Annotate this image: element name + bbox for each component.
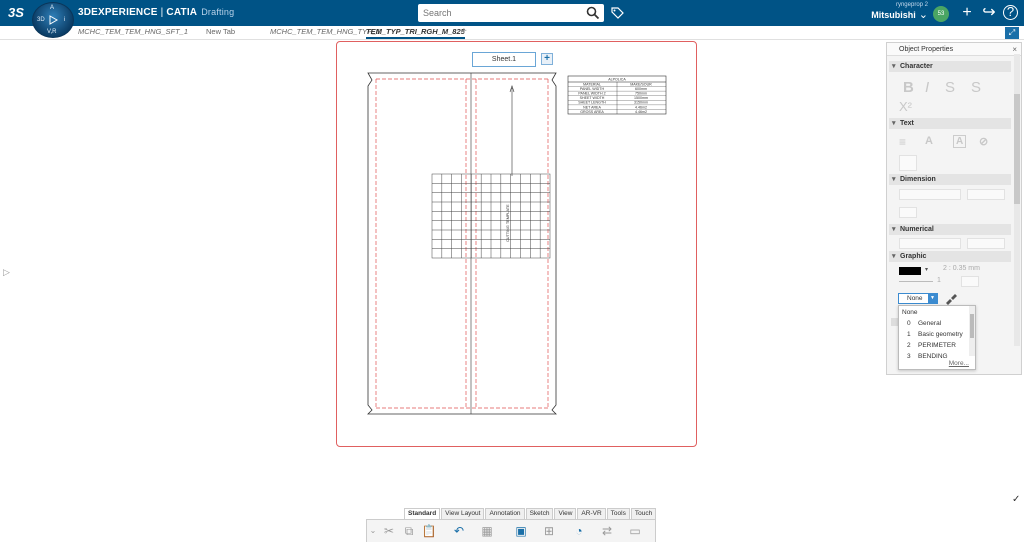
- panel-title: Object Properties ×: [887, 43, 1021, 56]
- expand-icon[interactable]: ⤢: [1005, 27, 1019, 39]
- search-input[interactable]: [418, 4, 578, 22]
- layer-dropdown: None 0 General 1 Basic geometry 2 PERIMETER…: [898, 305, 976, 370]
- app-name: Drafting: [201, 7, 235, 17]
- section-character[interactable]: Character: [889, 61, 1011, 72]
- compass-top: A: [50, 5, 55, 11]
- section-numerical[interactable]: Numerical: [889, 224, 1011, 235]
- tab-new[interactable]: New Tab: [206, 27, 235, 36]
- notification-badge[interactable]: 53: [933, 6, 949, 22]
- share-icon[interactable]: ↪: [980, 4, 998, 22]
- tab-mchc-sft[interactable]: MCHC_TEM_TEM_HNG_SFT_1: [78, 27, 188, 36]
- ribbon-tab-tools[interactable]: Tools: [606, 508, 630, 519]
- paintbrush-icon[interactable]: [944, 293, 958, 305]
- compass-widget[interactable]: A 3D i V,R: [32, 2, 74, 38]
- more-link[interactable]: More...: [949, 360, 969, 367]
- layout-icon[interactable]: ⊞: [541, 524, 557, 538]
- drawing-sheet[interactable]: [336, 41, 697, 447]
- line-thickness[interactable]: 2 : 0.35 mm: [943, 265, 980, 272]
- user-menu[interactable]: ryngeprop 2 Mitsubishi ⌄: [868, 2, 928, 21]
- frame-icon[interactable]: A: [953, 135, 967, 148]
- measure-icon[interactable]: ◔: [571, 524, 587, 538]
- dimension-line-icon[interactable]: [899, 207, 917, 218]
- user-name: Mitsubishi: [871, 10, 916, 20]
- layer-option-none[interactable]: None: [902, 309, 918, 316]
- section-text[interactable]: Text: [889, 118, 1011, 129]
- view-icon[interactable]: ▣: [513, 524, 529, 538]
- user-subtitle: ryngeprop 2: [895, 2, 928, 8]
- line-type-sample: [899, 281, 933, 282]
- ribbon-tab-view[interactable]: View: [554, 508, 577, 519]
- top-bar: 3S 3DEXPERIENCE | CATIADrafting ryngepro…: [0, 0, 1024, 26]
- dropdown-scrollbar[interactable]: [969, 306, 975, 356]
- print-icon[interactable]: ▦: [479, 524, 495, 538]
- ribbon-tab-annotation[interactable]: Annotation: [485, 508, 525, 519]
- section-dimension[interactable]: Dimension: [889, 174, 1011, 185]
- panel-scrollbar[interactable]: [1014, 54, 1020, 346]
- undo-icon[interactable]: ↶: [451, 524, 467, 538]
- ds-logo[interactable]: 3S: [8, 5, 24, 20]
- layer-option-perimeter[interactable]: 2 PERIMETER: [907, 342, 956, 349]
- sheet-tab[interactable]: Sheet.1: [472, 52, 536, 67]
- anchor-grid-icon[interactable]: [899, 155, 917, 171]
- search-box: [418, 4, 604, 22]
- dimension-tolerance-field[interactable]: [967, 189, 1005, 200]
- compass-right: i: [64, 17, 66, 23]
- line-pattern-field[interactable]: [961, 276, 979, 287]
- chevron-down-icon: ⌄: [918, 9, 928, 21]
- add-sheet-button[interactable]: +: [541, 53, 553, 65]
- ribbon-tab-view-layout[interactable]: View Layout: [441, 508, 485, 519]
- checkmark-icon: ✓: [1012, 494, 1021, 505]
- text-style-icon[interactable]: ⊘: [979, 135, 988, 148]
- add-icon[interactable]: +: [958, 4, 976, 22]
- tab-bar: MCHC_TEM_TEM_HNG_SFT_1 New Tab MCHC_TEM_…: [0, 26, 1024, 40]
- ribbon-tab-touch[interactable]: Touch: [630, 508, 657, 519]
- compass-left: 3D: [37, 17, 45, 23]
- brand-title: 3DEXPERIENCE | CATIA Drafting: [78, 7, 235, 18]
- layer-option-basic-geometry[interactable]: 1 Basic geometry: [907, 331, 963, 338]
- add-tab-button[interactable]: +: [461, 26, 467, 37]
- font-color-icon[interactable]: A: [925, 135, 933, 147]
- compass-bottom: V,R: [47, 29, 57, 35]
- chevron-down-icon[interactable]: ▾: [925, 266, 928, 273]
- help-icon[interactable]: ?: [1003, 5, 1018, 20]
- underline-icon[interactable]: S: [971, 79, 981, 96]
- numerical-field-1[interactable]: [899, 238, 961, 249]
- align-icon[interactable]: ≡: [899, 135, 906, 149]
- superscript-icon[interactable]: X²: [899, 99, 912, 114]
- play-icon: [49, 15, 58, 25]
- line-type[interactable]: 1: [937, 277, 941, 284]
- strikethrough-icon[interactable]: S: [945, 79, 955, 96]
- action-bar: ⌄ ✂ ⧉ 📋 ↶ ▦ ▣ ⊞ ◔ ⇄ ▭: [366, 519, 656, 542]
- chevron-icon[interactable]: ⌄: [369, 524, 377, 538]
- layer-option-general[interactable]: 0 General: [907, 320, 941, 327]
- paste-icon[interactable]: 📋: [421, 524, 437, 538]
- numerical-field-2[interactable]: [967, 238, 1005, 249]
- scrollbar-thumb[interactable]: [1014, 94, 1020, 204]
- cut-icon[interactable]: ✂: [381, 524, 397, 538]
- ribbon-tab-sketch[interactable]: Sketch: [525, 508, 554, 519]
- line-color-swatch[interactable]: [899, 267, 921, 275]
- italic-icon[interactable]: I: [925, 79, 929, 96]
- bold-icon[interactable]: B: [903, 79, 914, 96]
- section-graphic[interactable]: Graphic: [889, 251, 1011, 262]
- ribbon-tab-ar-vr[interactable]: AR-VR: [577, 508, 606, 519]
- copy-icon[interactable]: ⧉: [401, 524, 417, 538]
- scale-icon[interactable]: ⇄: [599, 524, 615, 538]
- dimension-style-field[interactable]: [899, 189, 961, 200]
- search-icon[interactable]: [586, 6, 600, 20]
- ribbon-tabs: Standard View Layout Annotation Sketch V…: [404, 508, 657, 519]
- layer-option-bending[interactable]: 3 BENDING: [907, 353, 948, 360]
- frame-icon[interactable]: ▭: [627, 524, 643, 538]
- tag-icon[interactable]: [610, 6, 624, 20]
- ribbon-tab-standard[interactable]: Standard: [404, 508, 441, 519]
- tab-mchc-typ[interactable]: MCHC_TEM_TEM_HNG_TYP_1: [270, 27, 380, 36]
- chevron-down-icon[interactable]: ▼: [928, 294, 937, 303]
- side-panel-toggle[interactable]: ▷: [3, 267, 10, 278]
- tab-active-drawing[interactable]: TEM_TYP_TRI_RGH_M_825: [366, 27, 465, 39]
